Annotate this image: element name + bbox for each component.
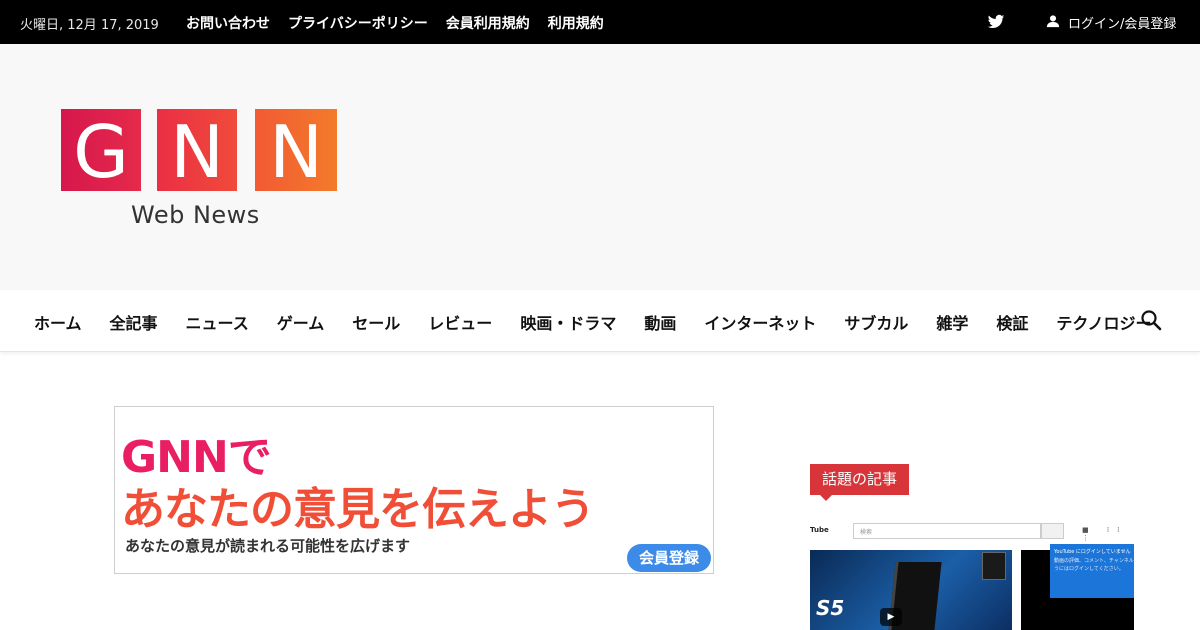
nav-item-movie-drama[interactable]: 映画・ドラマ	[520, 310, 616, 334]
nav-item-internet[interactable]: インターネット	[704, 310, 816, 334]
member-signup-banner[interactable]: GNNで あなたの意見を伝えよう あなたの意見が読まれる可能性を広げます 会員登…	[114, 406, 714, 574]
top-bar: 火曜日, 12月 17, 2019 お問い合わせ プライバシーポリシー 会員利用…	[0, 0, 1200, 44]
banner-register-button[interactable]: 会員登録	[627, 544, 711, 572]
top-link-contact[interactable]: お問い合わせ	[186, 13, 270, 33]
nav-item-subculture[interactable]: サブカル	[844, 310, 908, 334]
video-overlay-text: S5	[816, 596, 845, 620]
badge-shape	[982, 552, 1006, 580]
nav-item-games[interactable]: ゲーム	[277, 310, 325, 334]
site-header: G N N Web News	[0, 44, 1200, 290]
popup-body-line-1: 動画の評価、コメント、チャンネル	[1054, 558, 1134, 564]
video-preview-left: S5 ▶	[810, 550, 1012, 630]
popup-body-line-2: うにはログインしてください。	[1054, 566, 1124, 572]
login-label: ログイン/会員登録	[1068, 17, 1177, 32]
logo-letter-n2: N	[269, 110, 323, 191]
top-link-privacy-policy[interactable]: プライバシーポリシー	[288, 13, 428, 33]
nav-item-verification[interactable]: 検証	[996, 310, 1028, 334]
nav-item-all-articles[interactable]: 全記事	[110, 310, 158, 334]
logo-letter-n1: N	[170, 110, 224, 191]
logo-subtitle: Web News	[131, 201, 260, 229]
nav-item-technology[interactable]: テクノロジー	[1056, 310, 1151, 334]
logo-letter-g: G	[73, 110, 129, 191]
current-date: 火曜日, 12月 17, 2019	[20, 18, 159, 33]
nav-item-trivia[interactable]: 雑学	[936, 310, 968, 334]
nav-item-news[interactable]: ニュース	[186, 310, 249, 334]
trending-widget-title: 話題の記事	[810, 464, 910, 501]
popup-body: 動画の評価、コメント、チャンネル うにはログインしてください。	[1054, 557, 1134, 573]
user-icon	[1046, 13, 1060, 32]
nav-item-video[interactable]: 動画	[644, 310, 676, 334]
nav-item-home[interactable]: ホーム	[34, 310, 82, 334]
video-search-placeholder: 検索	[860, 529, 873, 536]
popup-title: YouTube にログインしていません	[1054, 549, 1131, 555]
top-links: お問い合わせ プライバシーポリシー 会員利用規約 利用規約	[186, 13, 604, 33]
login-link[interactable]: ログイン/会員登録	[1046, 13, 1176, 32]
site-logo[interactable]: G N N Web News	[61, 109, 337, 239]
video-site-logo: Tube	[810, 526, 829, 534]
video-search-field: 検索	[853, 523, 1041, 539]
nav-items: ホーム 全記事 ニュース ゲーム セール レビュー 映画・ドラマ 動画 インター…	[34, 310, 1151, 334]
video-toolbar: Tube 検索 ■ ⁞⁞ ⋮	[810, 520, 1134, 544]
twitter-icon[interactable]	[987, 13, 1005, 31]
nav-item-sale[interactable]: セール	[352, 310, 400, 334]
signin-popup: YouTube にログインしていません 動画の評価、コメント、チャンネル うにはロ…	[1050, 544, 1134, 598]
play-icon: ▶	[880, 608, 902, 626]
nav-item-review[interactable]: レビュー	[428, 310, 492, 334]
video-search-button	[1041, 523, 1064, 539]
main-nav: ホーム 全記事 ニュース ゲーム セール レビュー 映画・ドラマ 動画 インター…	[0, 290, 1200, 352]
top-link-terms[interactable]: 利用規約	[548, 13, 604, 33]
logo-tile-g: G	[61, 109, 141, 191]
trending-article-thumbnail[interactable]: Tube 検索 ■ ⁞⁞ ⋮ S5 ▶ YouTube にログインしていません …	[810, 520, 1134, 630]
top-link-member-terms[interactable]: 会員利用規約	[446, 13, 530, 33]
logo-tile-n1: N	[157, 109, 237, 191]
search-icon[interactable]	[1140, 309, 1162, 331]
banner-headline-2: あなたの意見を伝えよう	[121, 484, 595, 535]
video-toolbar-icons: ■ ⁞⁞ ⋮	[1082, 526, 1128, 542]
logo-tile-n2: N	[255, 109, 337, 191]
banner-subtext: あなたの意見が読まれる可能性を広げます	[125, 537, 411, 555]
